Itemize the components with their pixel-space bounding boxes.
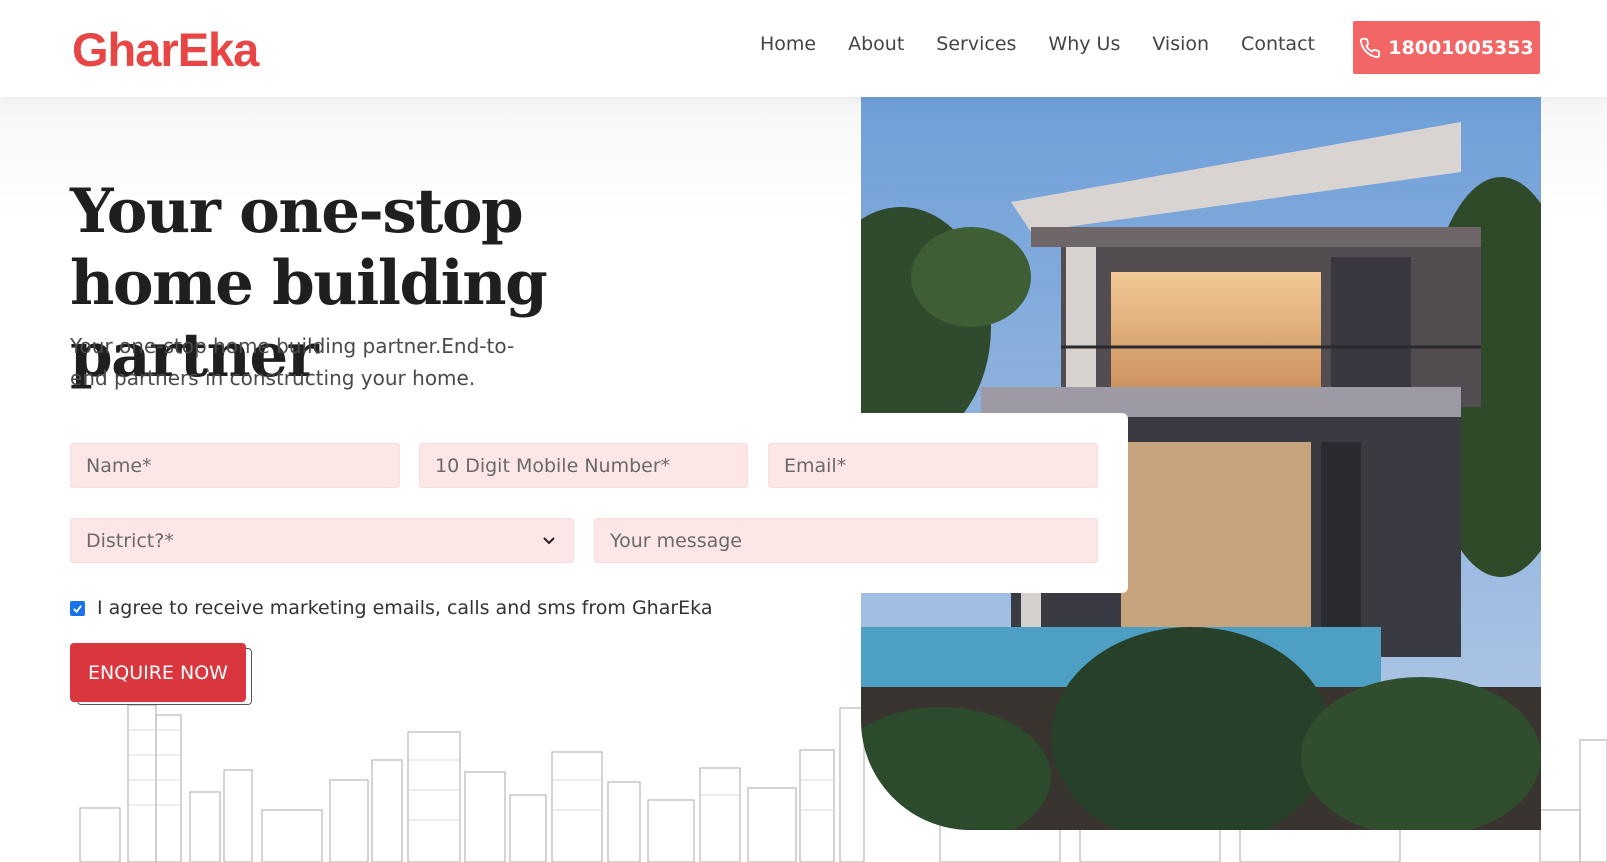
message-placeholder: Your message bbox=[610, 529, 742, 552]
enquire-now-button[interactable]: ENQUIRE NOW bbox=[70, 643, 246, 702]
name-placeholder: Name* bbox=[86, 454, 152, 477]
email-placeholder: Email* bbox=[784, 454, 847, 477]
phone-icon bbox=[1360, 37, 1381, 58]
message-input[interactable]: Your message bbox=[594, 518, 1098, 563]
district-select[interactable]: District?* bbox=[70, 518, 574, 563]
checkmark-icon bbox=[73, 604, 82, 613]
mobile-placeholder: 10 Digit Mobile Number* bbox=[435, 454, 671, 477]
call-button[interactable]: 18001005353 bbox=[1353, 21, 1540, 74]
name-input[interactable]: Name* bbox=[70, 443, 400, 488]
nav-services[interactable]: Services bbox=[936, 33, 1016, 55]
chevron-down-icon bbox=[543, 537, 555, 545]
nav-about[interactable]: About bbox=[848, 33, 904, 55]
consent-label: I agree to receive marketing emails, cal… bbox=[97, 597, 713, 619]
mobile-input[interactable]: 10 Digit Mobile Number* bbox=[419, 443, 748, 488]
phone-number: 18001005353 bbox=[1388, 36, 1534, 59]
enquiry-form-card bbox=[55, 413, 1128, 593]
hero-subtitle: Your one-stop home building partner.End-… bbox=[70, 334, 515, 390]
email-input[interactable]: Email* bbox=[768, 443, 1098, 488]
district-placeholder: District?* bbox=[86, 529, 174, 552]
consent-row: I agree to receive marketing emails, cal… bbox=[70, 597, 712, 619]
logo[interactable]: GharEka bbox=[72, 22, 259, 77]
nav-why-us[interactable]: Why Us bbox=[1048, 33, 1120, 55]
nav-vision[interactable]: Vision bbox=[1152, 33, 1209, 55]
main-nav: Home About Services Why Us Vision Contac… bbox=[760, 33, 1347, 55]
enquire-button-wrap: ENQUIRE NOW bbox=[70, 643, 252, 705]
consent-checkbox[interactable] bbox=[70, 600, 85, 616]
nav-contact[interactable]: Contact bbox=[1241, 33, 1315, 55]
site-header: GharEka Home About Services Why Us Visio… bbox=[0, 0, 1607, 97]
nav-home[interactable]: Home bbox=[760, 33, 816, 55]
